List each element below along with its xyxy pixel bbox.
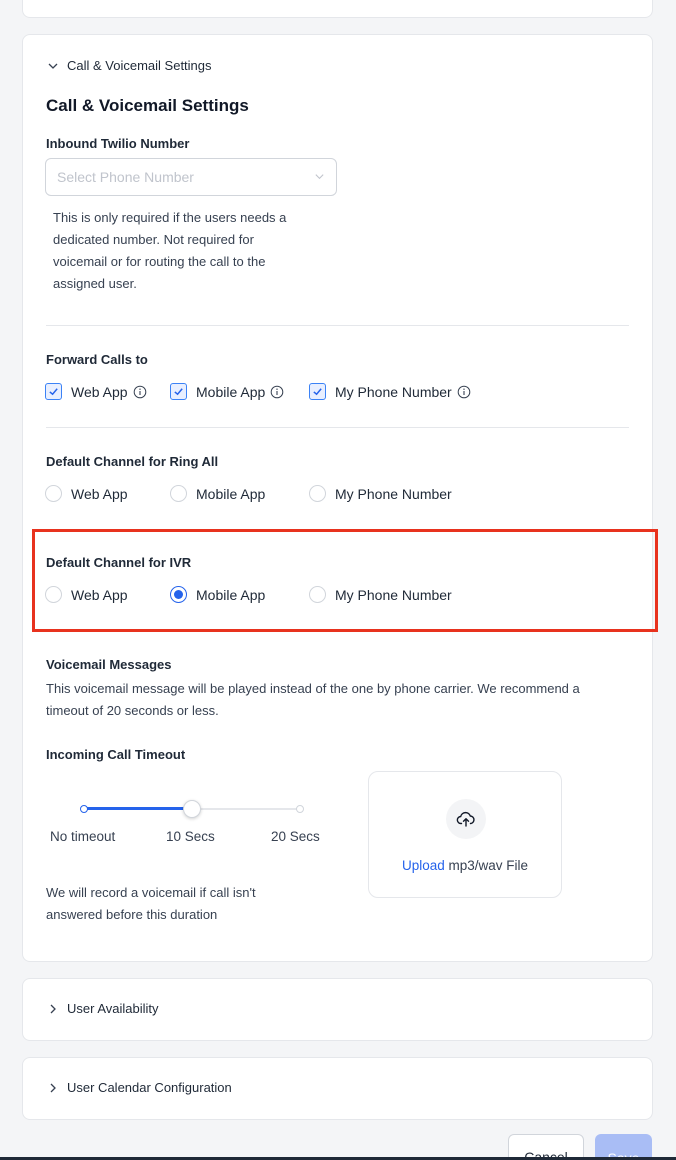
upload-text: Upload mp3/wav File <box>369 858 561 873</box>
radio-label: Web App <box>71 485 128 502</box>
slider-stop <box>296 805 304 813</box>
note-line: answered before this duration <box>46 907 218 922</box>
inbound-number-help: This is only required if the users needs… <box>53 207 343 295</box>
radio-label: My Phone Number <box>335 485 452 502</box>
tick-label: No timeout <box>50 829 116 844</box>
radio-button-selected[interactable] <box>170 586 187 603</box>
tick-label: 20 Secs <box>271 829 320 844</box>
voicemail-description: This voicemail message will be played in… <box>46 678 636 722</box>
upload-cloud-icon <box>446 799 486 839</box>
forward-mobile-app-option[interactable]: Mobile App <box>170 383 284 400</box>
forward-calls-label: Forward Calls to <box>46 352 148 367</box>
voicemail-label: Voicemail Messages <box>46 657 172 672</box>
tick-label: 10 Secs <box>166 829 215 844</box>
radio-label: Web App <box>71 586 128 603</box>
ivr-web-app-radio[interactable]: Web App <box>45 586 128 603</box>
radio-button[interactable] <box>309 485 326 502</box>
slider-stop <box>80 805 88 813</box>
web-app-checkbox[interactable] <box>45 383 62 400</box>
chevron-right-icon <box>47 1082 59 1094</box>
call-voicemail-toggle[interactable]: Call & Voicemail Settings <box>47 58 212 73</box>
timeout-slider-fill <box>84 807 192 810</box>
mobile-app-label: Mobile App <box>196 383 266 400</box>
divider <box>46 427 629 428</box>
help-line: This is only required if the users needs… <box>53 210 287 225</box>
info-icon[interactable] <box>457 385 471 399</box>
help-line: voicemail or for routing the call to the <box>53 254 266 269</box>
phone-number-label: My Phone Number <box>335 383 452 400</box>
upload-suffix: mp3/wav File <box>444 858 529 873</box>
previous-section-card <box>22 0 653 18</box>
description-line: timeout of 20 seconds or less. <box>46 703 219 718</box>
chevron-down-icon <box>47 60 59 72</box>
page-title: Call & Voicemail Settings <box>46 96 249 115</box>
radio-label: Mobile App <box>196 586 266 603</box>
user-calendar-toggle[interactable]: User Calendar Configuration <box>47 1080 232 1095</box>
chevron-right-icon <box>47 1003 59 1015</box>
web-app-label: Web App <box>71 383 128 400</box>
description-line: This voicemail message will be played in… <box>46 681 580 696</box>
upload-link[interactable]: Upload <box>402 858 445 873</box>
user-availability-label: User Availability <box>67 1001 159 1016</box>
phone-number-checkbox[interactable] <box>309 383 326 400</box>
call-voicemail-toggle-label: Call & Voicemail Settings <box>67 58 212 73</box>
timeout-note: We will record a voicemail if call isn't… <box>46 882 346 926</box>
inbound-number-label: Inbound Twilio Number <box>46 136 190 151</box>
radio-label: Mobile App <box>196 485 266 502</box>
help-line: dedicated number. Not required for <box>53 232 254 247</box>
radio-button[interactable] <box>309 586 326 603</box>
forward-web-app-option[interactable]: Web App <box>45 383 147 400</box>
forward-phone-number-option[interactable]: My Phone Number <box>309 383 471 400</box>
radio-button[interactable] <box>45 485 62 502</box>
chevron-down-icon <box>314 169 325 185</box>
radio-button[interactable] <box>170 485 187 502</box>
info-icon[interactable] <box>270 385 284 399</box>
ring-all-mobile-app-radio[interactable]: Mobile App <box>170 485 265 502</box>
timeout-slider-thumb[interactable] <box>183 800 201 818</box>
user-calendar-label: User Calendar Configuration <box>67 1080 232 1095</box>
ring-all-web-app-radio[interactable]: Web App <box>45 485 128 502</box>
help-line: assigned user. <box>53 276 137 291</box>
upload-dropzone[interactable]: Upload mp3/wav File <box>368 771 562 898</box>
ivr-phone-number-radio[interactable]: My Phone Number <box>309 586 452 603</box>
ivr-mobile-app-radio[interactable]: Mobile App <box>170 586 265 603</box>
ring-all-label: Default Channel for Ring All <box>46 454 219 469</box>
user-availability-toggle[interactable]: User Availability <box>47 1001 159 1016</box>
info-icon[interactable] <box>133 385 147 399</box>
radio-label: My Phone Number <box>335 586 452 603</box>
ivr-label: Default Channel for IVR <box>46 555 192 570</box>
radio-button[interactable] <box>45 586 62 603</box>
phone-number-select[interactable]: Select Phone Number <box>45 158 337 196</box>
mobile-app-checkbox[interactable] <box>170 383 187 400</box>
phone-number-placeholder: Select Phone Number <box>57 169 194 185</box>
timeout-label: Incoming Call Timeout <box>46 747 186 762</box>
ring-all-phone-number-radio[interactable]: My Phone Number <box>309 485 452 502</box>
note-line: We will record a voicemail if call isn't <box>46 885 256 900</box>
divider <box>46 325 629 326</box>
